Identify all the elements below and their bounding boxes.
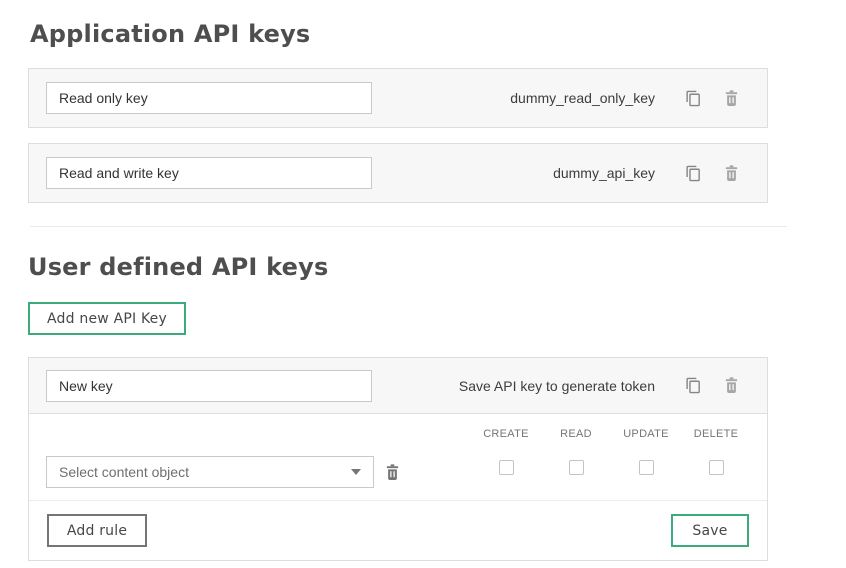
permission-label: READ xyxy=(541,428,611,440)
create-checkbox[interactable] xyxy=(499,460,514,475)
add-rule-button[interactable]: Add rule xyxy=(47,514,147,547)
token-hint-text: Save API key to generate token xyxy=(459,378,655,394)
caret-down-icon xyxy=(351,469,361,475)
page-title-user-defined-api-keys: User defined API keys xyxy=(28,253,768,281)
new-key-card: Save API key to generate token Select co… xyxy=(28,357,768,561)
permission-label: DELETE xyxy=(681,428,751,440)
api-key-row: dummy_read_only_key xyxy=(28,68,768,128)
copy-icon[interactable] xyxy=(685,165,702,182)
save-button[interactable]: Save xyxy=(671,514,749,547)
api-key-value: dummy_read_only_key xyxy=(510,90,655,106)
trash-icon[interactable] xyxy=(724,90,739,107)
new-key-name-input[interactable] xyxy=(46,370,372,402)
permission-label: UPDATE xyxy=(611,428,681,440)
permission-column-delete: DELETE xyxy=(681,428,751,475)
content-object-select-value: Select content object xyxy=(59,464,189,480)
permission-column-create: CREATE xyxy=(471,428,541,475)
copy-icon[interactable] xyxy=(685,377,702,394)
update-checkbox[interactable] xyxy=(639,460,654,475)
add-new-api-key-button[interactable]: Add new API Key xyxy=(28,302,186,335)
key-row-right: Save API key to generate token xyxy=(459,377,739,394)
key-name-input[interactable] xyxy=(46,157,372,189)
permission-column-read: READ xyxy=(541,428,611,475)
copy-icon[interactable] xyxy=(685,90,702,107)
trash-icon[interactable] xyxy=(724,165,739,182)
card-actions-row: Add rule Save xyxy=(29,500,767,560)
section-divider xyxy=(30,226,787,227)
content-object-select[interactable]: Select content object xyxy=(46,456,374,488)
trash-icon[interactable] xyxy=(385,464,400,481)
api-keys-page: Application API keys dummy_read_only_key… xyxy=(0,0,768,561)
key-name-input[interactable] xyxy=(46,82,372,114)
api-key-value: dummy_api_key xyxy=(553,165,655,181)
delete-checkbox[interactable] xyxy=(709,460,724,475)
permission-column-update: UPDATE xyxy=(611,428,681,475)
permission-label: CREATE xyxy=(471,428,541,440)
trash-icon[interactable] xyxy=(724,377,739,394)
key-row-right: dummy_api_key xyxy=(553,165,739,182)
permissions-grid: CREATE READ UPDATE DELETE xyxy=(471,428,751,475)
api-key-row: dummy_api_key xyxy=(28,143,768,203)
rule-row: Select content object CREATE READ UP xyxy=(29,414,767,500)
new-key-row: Save API key to generate token xyxy=(29,358,767,414)
read-checkbox[interactable] xyxy=(569,460,584,475)
key-row-right: dummy_read_only_key xyxy=(510,90,739,107)
page-title-application-api-keys: Application API keys xyxy=(30,20,768,48)
